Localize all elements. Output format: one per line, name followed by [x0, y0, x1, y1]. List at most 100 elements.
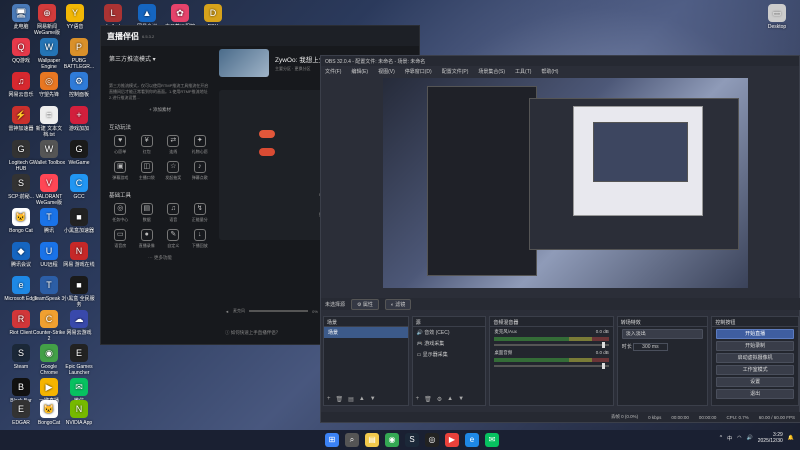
mic-slider[interactable]: [248, 310, 309, 312]
desktop-icon[interactable]: ≡ 新建 文本文档.txt: [32, 106, 66, 138]
desktop-icon[interactable]: U UU远程: [32, 242, 66, 268]
feature-item[interactable]: ☆ 发起抽奖: [160, 161, 187, 181]
toggle-on-icon[interactable]: [259, 130, 275, 138]
source-item[interactable]: ▭ 显示器采集: [413, 349, 486, 360]
obs-icon[interactable]: ◎: [425, 433, 439, 447]
filter-icon[interactable]: ▤: [348, 396, 354, 403]
filters-button[interactable]: ◐ 滤镜: [384, 298, 412, 310]
down-icon[interactable]: ▼: [458, 396, 464, 403]
feature-item[interactable]: ◎ 任务中心: [107, 203, 134, 223]
live-icon[interactable]: ▶: [445, 433, 459, 447]
feature-item[interactable]: ♫ 语音: [160, 203, 187, 223]
obs-title-bar[interactable]: OBS 32.0.4 - 配置文件: 未命名 - 场景: 未命名: [321, 56, 799, 66]
desktop-icon[interactable]: P PUBG BATTLEGR...: [62, 38, 96, 70]
menu-item[interactable]: 帮助(H): [541, 68, 558, 75]
feature-item[interactable]: ♥ 心愿单: [107, 135, 134, 155]
add-material-button[interactable]: + 添加素材: [105, 107, 215, 113]
feature-item[interactable]: ⇄ 连线: [160, 135, 187, 155]
delete-icon[interactable]: 🗑: [336, 396, 344, 403]
more-functions-button[interactable]: ··· 更多功能: [105, 255, 215, 261]
feature-item[interactable]: ↓ 下播回放: [187, 229, 214, 249]
desktop-icon[interactable]: C GCC: [62, 174, 96, 200]
desktop-icon[interactable]: ◎ 守望先锋: [32, 72, 66, 98]
chevron-up-icon[interactable]: ^: [720, 435, 722, 441]
desktop-icon[interactable]: ▭ Desktop: [760, 4, 794, 30]
source-item[interactable]: 🎮 游戏采集: [413, 338, 486, 349]
desktop-icon[interactable]: Y YY语音: [58, 4, 92, 30]
control-button[interactable]: 工作室模式: [716, 365, 794, 375]
feature-item[interactable]: ▣ 弹幕游戏: [107, 161, 134, 181]
desktop-icon[interactable]: W Wallpaper Engine: [32, 38, 66, 70]
delete-icon[interactable]: 🗑: [424, 396, 432, 403]
wechat-icon[interactable]: ✉: [485, 433, 499, 447]
control-button[interactable]: 开始录制: [716, 341, 794, 351]
desktop-icon[interactable]: N NVIDIA App: [62, 400, 96, 426]
edge-icon[interactable]: e: [465, 433, 479, 447]
desktop-icon[interactable]: 🐱 BongoCat: [32, 400, 66, 426]
properties-button[interactable]: ⚙ 属性: [351, 298, 379, 310]
steam-icon[interactable]: S: [405, 433, 419, 447]
menu-item[interactable]: 场景集合(S): [478, 68, 505, 75]
gear-icon[interactable]: ⚙: [437, 396, 442, 403]
chrome-icon[interactable]: ◉: [385, 433, 399, 447]
desktop-icon[interactable]: ⚙ 控制面板: [62, 72, 96, 98]
duration-input[interactable]: 300 ms: [633, 343, 668, 351]
control-button[interactable]: 开始直播: [716, 329, 794, 339]
up-icon[interactable]: ▲: [359, 396, 365, 403]
windows-icon[interactable]: ⊞: [325, 433, 339, 447]
toggle-off-icon[interactable]: [259, 148, 275, 156]
volume-slider[interactable]: [494, 363, 609, 369]
add-icon[interactable]: +: [327, 396, 331, 403]
speaker-icon[interactable]: 🔊: [747, 435, 753, 441]
folder-icon[interactable]: ▤: [365, 433, 379, 447]
desktop-icon[interactable]: ■ 小黑盒 全民服务: [62, 276, 96, 308]
desktop-icon[interactable]: G WeGame: [62, 140, 96, 166]
cover-thumbnail[interactable]: [219, 49, 269, 77]
feature-item[interactable]: ▤ 数据: [134, 203, 161, 223]
control-button[interactable]: 退出: [716, 389, 794, 399]
desktop-icon[interactable]: T 腾讯: [32, 208, 66, 234]
scene-item[interactable]: 场景: [324, 327, 408, 338]
feature-item[interactable]: ¥ 红包: [134, 135, 161, 155]
wifi-icon[interactable]: ◠: [737, 435, 741, 441]
mode-select[interactable]: 第三方推流模式 ▾: [109, 54, 211, 63]
desktop-icon[interactable]: V VALORANT WeGame版: [32, 174, 66, 206]
notification-icon[interactable]: 🔔: [788, 435, 794, 441]
desktop-icon[interactable]: E Epic Games Launcher: [62, 344, 96, 376]
desktop-icon[interactable]: N 网易 游戏在线: [62, 242, 96, 268]
up-icon[interactable]: ▲: [447, 396, 453, 403]
desktop-icon[interactable]: + 游戏加加: [62, 106, 96, 132]
desktop-icon[interactable]: C Counter-Strike 2: [32, 310, 66, 342]
stream-title-bar[interactable]: 直播伴侣 6.5.3.2: [101, 26, 419, 46]
transition-select[interactable]: 淡入淡出: [621, 329, 704, 339]
search-icon[interactable]: ⌕: [345, 433, 359, 447]
feature-item[interactable]: ● 直播录像: [134, 229, 161, 249]
menu-item[interactable]: 工具(T): [515, 68, 531, 75]
menu-item[interactable]: 文件(F): [325, 68, 341, 75]
feature-item[interactable]: ▭ 语音房: [107, 229, 134, 249]
profile-sub[interactable]: 主要分区 · 更换分区: [275, 66, 325, 72]
volume-slider[interactable]: [494, 342, 609, 348]
feature-item[interactable]: ◫ 主播口袋: [134, 161, 161, 181]
control-button[interactable]: 设置: [716, 377, 794, 387]
feature-item[interactable]: ♪ 弹幕点歌: [187, 161, 214, 181]
clock[interactable]: 3:29 2025/12/30: [758, 432, 783, 444]
add-icon[interactable]: +: [416, 396, 420, 403]
menu-item[interactable]: 视图(V): [378, 68, 395, 75]
help-link[interactable]: ⓘ 如何快速上手直播伴侣？: [225, 330, 280, 336]
source-item[interactable]: 🔊 音效 (CEC): [413, 327, 486, 338]
obs-window[interactable]: OBS 32.0.4 - 配置文件: 未命名 - 场景: 未命名 文件(F) 编辑…: [320, 55, 800, 423]
desktop-icon[interactable]: W Wallet Toolbox: [32, 140, 66, 166]
down-icon[interactable]: ▼: [370, 396, 376, 403]
desktop-icon[interactable]: ■ 小黑盒加速器: [62, 208, 96, 234]
menu-item[interactable]: 编辑(E): [351, 68, 368, 75]
menu-item[interactable]: 停靠窗口(D): [405, 68, 432, 75]
language-indicator[interactable]: 中: [727, 435, 732, 442]
control-button[interactable]: 启动虚拟摄像机: [716, 353, 794, 363]
feature-item[interactable]: ✎ 自定义: [160, 229, 187, 249]
desktop-icon[interactable]: T TeamSpeak 3: [32, 276, 66, 302]
obs-preview-canvas[interactable]: [383, 78, 748, 288]
feature-item[interactable]: ✦ 礼物心愿: [187, 135, 214, 155]
feature-item[interactable]: ↯ 正能量分: [187, 203, 214, 223]
desktop-icon[interactable]: ☁ 网易云游戏: [62, 310, 96, 336]
